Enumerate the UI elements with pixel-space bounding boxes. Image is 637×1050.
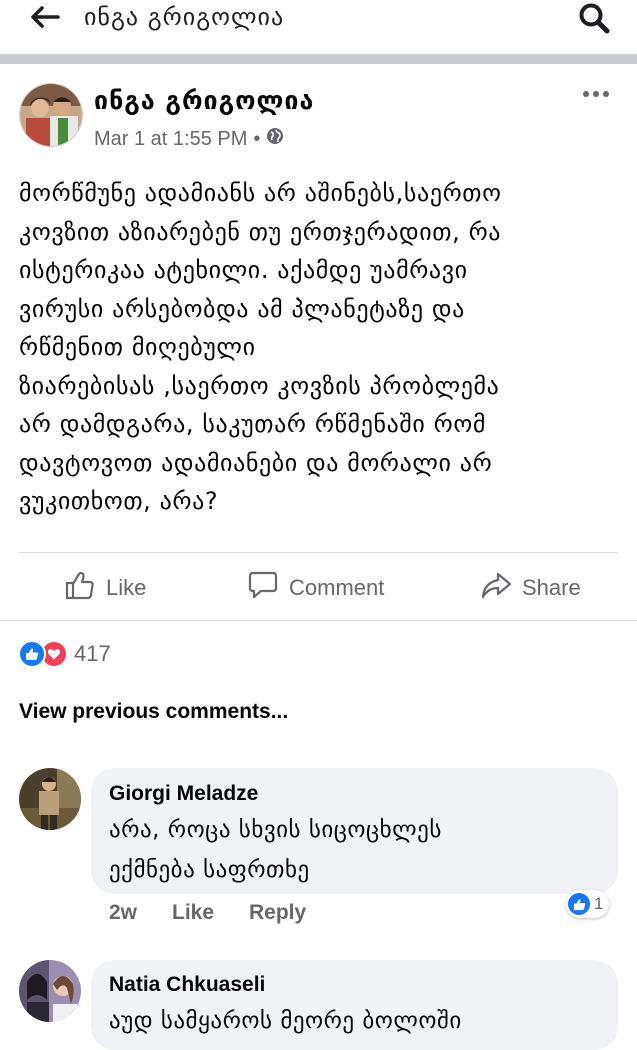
- like-label: Like: [106, 575, 147, 600]
- post-author-name[interactable]: ინგა გრიგოლია: [94, 86, 314, 115]
- comment-time: 2w: [109, 901, 138, 924]
- post-text: მორწმუნე ადამიანს არ აშინებს,საერთო კოვზ…: [19, 179, 502, 515]
- share-label: Share: [522, 575, 581, 600]
- author-avatar[interactable]: [19, 83, 83, 147]
- thumbs-up-icon: [64, 569, 96, 607]
- like-reaction-icon: [18, 640, 46, 668]
- comment-actions: 2w Like Reply: [0, 901, 637, 929]
- share-button[interactable]: Share: [480, 560, 581, 616]
- page-title: ინგა გრიგოლია: [84, 3, 285, 31]
- more-options-icon[interactable]: [580, 82, 612, 106]
- reaction-count: 417: [74, 641, 111, 666]
- comment-text: არა, როცა სხვის სიცოცხლეს ექმნება საფრთხ…: [109, 817, 442, 883]
- comment-bubble-icon: [247, 569, 279, 607]
- post-timestamp[interactable]: Mar 1 at 1:55 PM: [94, 128, 247, 151]
- globe-icon: [266, 127, 284, 151]
- commenter-name[interactable]: Natia Chkuaseli: [109, 973, 265, 997]
- comment-label: Comment: [289, 575, 385, 600]
- search-icon[interactable]: [578, 2, 612, 34]
- commenter-avatar[interactable]: [19, 960, 81, 1022]
- divider: [19, 552, 618, 553]
- comment-text: აუდ სამყაროს მეორე ბოლოში: [109, 1008, 462, 1034]
- share-arrow-icon: [480, 569, 512, 607]
- top-bar: ინგა გრიგოლია: [0, 0, 637, 52]
- view-previous-comments-link[interactable]: View previous comments...: [19, 700, 288, 724]
- comment-reply-button[interactable]: Reply: [249, 901, 306, 925]
- back-arrow-icon[interactable]: [28, 2, 62, 32]
- reactions-summary[interactable]: 417: [18, 640, 111, 668]
- meta-separator: •: [253, 127, 261, 150]
- post-meta: Mar 1 at 1:55 PM •: [94, 127, 284, 151]
- comment-button[interactable]: Comment: [247, 560, 384, 616]
- divider: [0, 620, 637, 621]
- section-divider: [0, 54, 637, 64]
- commenter-avatar[interactable]: [19, 768, 81, 830]
- commenter-name[interactable]: Giorgi Meladze: [109, 782, 258, 806]
- like-button[interactable]: Like: [64, 560, 146, 616]
- post-actions: Like Comment Share: [0, 560, 637, 616]
- comment-like-button[interactable]: Like: [172, 901, 214, 925]
